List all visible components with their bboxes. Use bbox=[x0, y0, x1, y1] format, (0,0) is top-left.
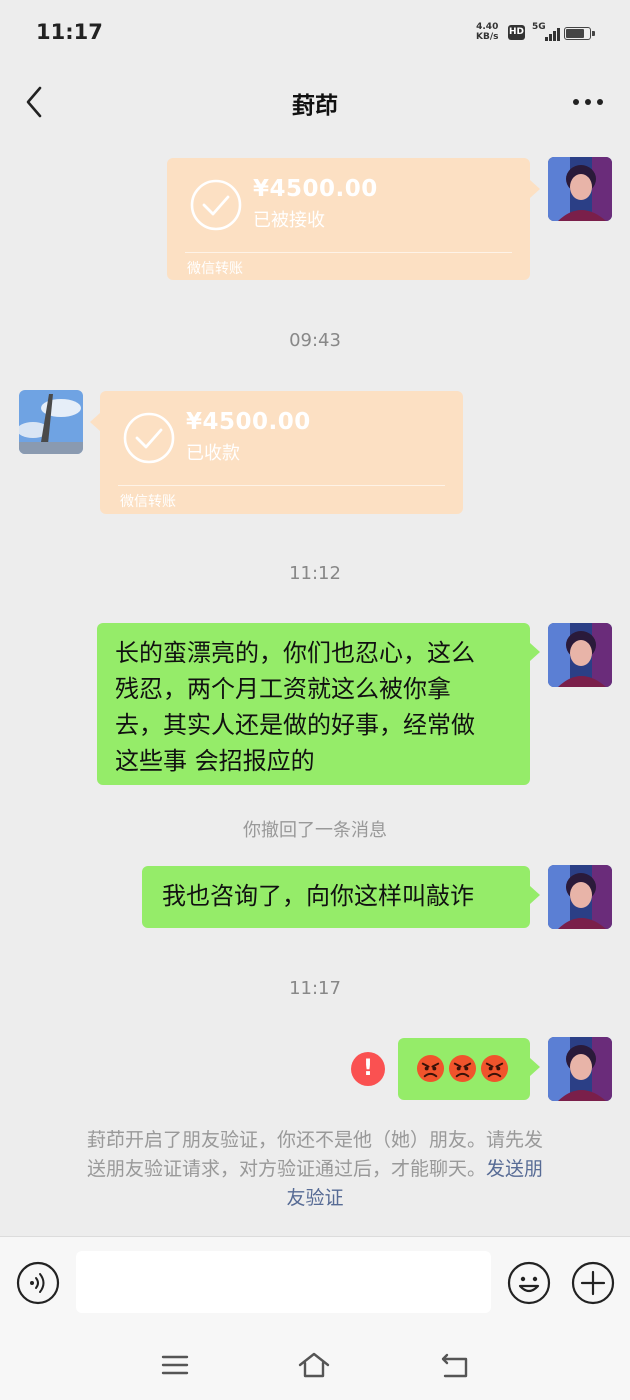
message-line: 长的蛮漂亮的，你们也忍心，这么 bbox=[115, 639, 475, 667]
contact-photo bbox=[19, 390, 83, 454]
message-line: 残忍，两个月工资就这么被你拿 bbox=[115, 675, 451, 703]
angry-face-icon bbox=[448, 1054, 477, 1083]
home-button[interactable] bbox=[297, 1348, 331, 1382]
message-timestamp: 11:17 bbox=[289, 978, 341, 999]
message-line: 去，其实人还是做的好事，经常做 bbox=[115, 711, 475, 739]
chat-title: 葑茚 bbox=[292, 93, 338, 119]
angry-face-icon bbox=[416, 1054, 445, 1083]
friend-verification-notice: 葑茚开启了朋友验证，你还不是他（她）朋友。请先发 送朋友验证请求，对方验证通过后… bbox=[86, 1129, 544, 1209]
message-input[interactable] bbox=[76, 1251, 491, 1313]
menu-icon bbox=[161, 1355, 189, 1375]
my-avatar[interactable] bbox=[548, 623, 612, 687]
status-bar: 11:17 4.40 KB/s HD 5G bbox=[0, 0, 630, 66]
send-verification-link[interactable]: 发送朋 bbox=[486, 1158, 543, 1180]
message-line: 这些事 会招报应的 bbox=[115, 747, 315, 775]
user-photo bbox=[548, 157, 612, 221]
return-icon bbox=[441, 1353, 468, 1378]
emoji-icon bbox=[507, 1261, 551, 1305]
more-functions-button[interactable] bbox=[570, 1260, 616, 1306]
transfer-status: 已收款 bbox=[186, 443, 240, 464]
message-timestamp: 11:12 bbox=[289, 563, 341, 584]
emoji-button[interactable] bbox=[506, 1260, 552, 1306]
my-avatar[interactable] bbox=[548, 1037, 612, 1101]
transfer-footer: 微信转账 bbox=[120, 494, 176, 510]
transfer-amount: ¥4500.00 bbox=[186, 409, 311, 435]
home-icon bbox=[298, 1352, 330, 1378]
transfer-status: 已被接收 bbox=[253, 210, 325, 231]
status-time: 11:17 bbox=[36, 20, 103, 44]
more-dots-icon bbox=[573, 99, 603, 105]
recall-notice: 你撤回了一条消息 bbox=[243, 820, 387, 841]
my-avatar[interactable] bbox=[548, 865, 612, 929]
plus-icon bbox=[571, 1261, 615, 1305]
message-timestamp: 09:43 bbox=[289, 330, 341, 351]
user-photo bbox=[548, 623, 612, 687]
voice-button[interactable] bbox=[16, 1261, 60, 1305]
check-circle-icon bbox=[190, 179, 242, 231]
text-message-bubble[interactable]: 我也咨询了，向你这样叫敲诈 bbox=[142, 866, 540, 928]
transfer-card-sent[interactable]: ¥4500.00 已被接收 微信转账 bbox=[167, 158, 540, 280]
chat-header: 葑茚 bbox=[0, 66, 630, 138]
angry-face-icon bbox=[480, 1054, 509, 1083]
back-nav-button[interactable] bbox=[438, 1348, 472, 1382]
message-text: 我也咨询了，向你这样叫敲诈 bbox=[162, 882, 474, 910]
hd-badge: HD bbox=[508, 25, 525, 40]
chat-input-bar bbox=[0, 1236, 630, 1330]
user-photo bbox=[548, 865, 612, 929]
system-navigation-bar bbox=[0, 1330, 630, 1400]
menu-button[interactable] bbox=[158, 1348, 192, 1382]
network-speed: 4.40 KB/s bbox=[476, 22, 499, 42]
emoji-message-bubble[interactable] bbox=[398, 1038, 540, 1100]
send-verification-link-cont[interactable]: 友验证 bbox=[286, 1187, 343, 1209]
transfer-card-received[interactable]: ¥4500.00 已收款 微信转账 bbox=[90, 391, 463, 514]
transfer-footer: 微信转账 bbox=[187, 261, 243, 277]
emoji-row bbox=[416, 1054, 509, 1083]
check-circle-icon bbox=[123, 412, 175, 464]
transfer-amount: ¥4500.00 bbox=[253, 176, 378, 202]
send-failed-icon[interactable]: ! bbox=[351, 1052, 385, 1086]
divider bbox=[185, 252, 512, 253]
text-message-bubble[interactable]: 长的蛮漂亮的，你们也忍心，这么 残忍，两个月工资就这么被你拿 去，其实人还是做的… bbox=[97, 623, 540, 785]
voice-icon bbox=[16, 1261, 60, 1305]
contact-avatar[interactable] bbox=[19, 390, 83, 454]
signal-icon: 5G bbox=[532, 22, 560, 42]
divider bbox=[118, 485, 445, 486]
more-button[interactable] bbox=[568, 86, 608, 118]
user-photo bbox=[548, 1037, 612, 1101]
my-avatar[interactable] bbox=[548, 157, 612, 221]
battery-icon bbox=[564, 27, 595, 40]
